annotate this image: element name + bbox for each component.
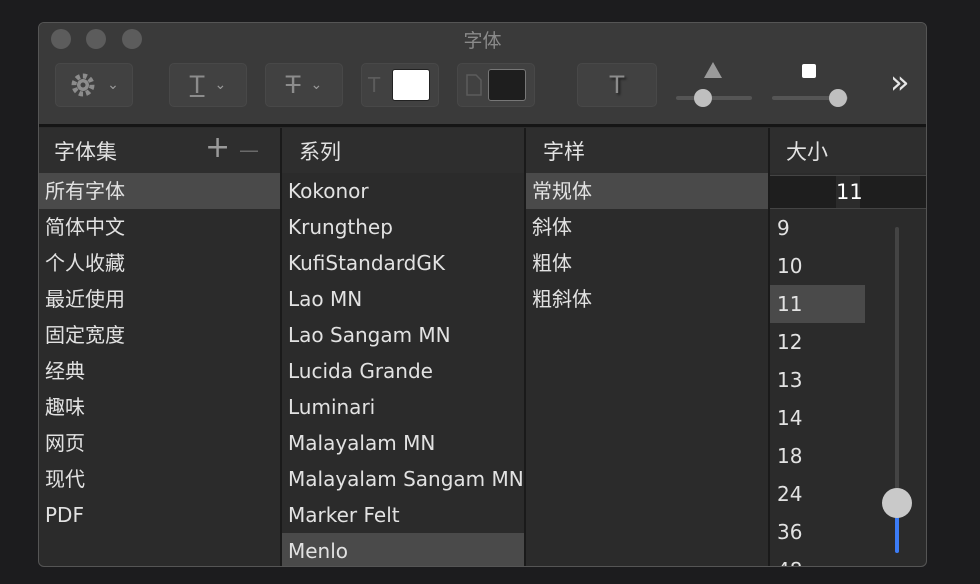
list-item[interactable]: 24 — [770, 475, 865, 513]
toolbar-overflow-button[interactable]: » — [890, 63, 910, 101]
text-color-icon: T — [368, 73, 392, 97]
document-icon — [464, 74, 484, 96]
list-item[interactable]: 现代 — [39, 461, 280, 497]
text-shadow-button[interactable]: T — [577, 63, 657, 107]
size-field[interactable]: 11 — [770, 175, 927, 209]
style-list: 常规体 斜体 粗体 粗斜体 — [526, 173, 768, 566]
underline-icon: T — [190, 71, 205, 99]
family-list: Kokonor Krungthep KufiStandardGK Lao MN … — [282, 173, 524, 566]
list-item[interactable]: 13 — [770, 361, 865, 399]
shadow-blur-knob[interactable] — [829, 89, 847, 107]
shadow-opacity-knob[interactable] — [694, 89, 712, 107]
list-item[interactable]: KufiStandardGK — [282, 245, 524, 281]
list-item[interactable]: 粗体 — [526, 245, 768, 281]
list-item[interactable]: 14 — [770, 399, 865, 437]
list-item[interactable]: Malayalam MN — [282, 425, 524, 461]
size-header: 大小 — [786, 136, 828, 166]
style-header: 字样 — [543, 136, 585, 166]
list-item[interactable]: PDF — [39, 497, 280, 533]
size-input[interactable]: 11 — [836, 176, 860, 208]
list-item[interactable]: 10 — [770, 247, 865, 285]
list-item[interactable]: 36 — [770, 513, 865, 551]
list-item[interactable]: 粗斜体 — [526, 281, 768, 317]
document-color-swatch — [488, 69, 526, 101]
list-item[interactable]: 常规体 — [526, 173, 768, 209]
action-menu-button[interactable]: ⌄ — [55, 63, 133, 107]
chevron-down-icon: ⌄ — [310, 77, 322, 93]
shadow-opacity-icon — [703, 61, 723, 79]
size-slider-fill — [895, 513, 899, 553]
collections-header: 字体集 — [54, 136, 117, 166]
text-color-button[interactable]: T — [361, 63, 439, 107]
text-color-swatch — [392, 69, 430, 101]
remove-collection-button[interactable]: — — [239, 138, 259, 162]
list-item[interactable]: 48 — [770, 551, 865, 566]
document-color-button[interactable] — [457, 63, 535, 107]
strikethrough-menu-button[interactable]: T ⌄ — [265, 63, 343, 107]
fonts-window: 字体 ⌄ T ⌄ T ⌄ T — [38, 22, 927, 567]
chevron-down-icon: ⌄ — [107, 77, 119, 93]
list-item[interactable]: Lucida Grande — [282, 353, 524, 389]
list-item[interactable]: Malayalam Sangam MN — [282, 461, 524, 497]
add-collection-button[interactable]: + — [205, 130, 230, 165]
list-item[interactable]: Luminari — [282, 389, 524, 425]
list-item[interactable]: Kokonor — [282, 173, 524, 209]
shadow-blur-icon — [799, 61, 819, 81]
text-shadow-icon: T — [610, 71, 625, 99]
list-item[interactable]: Lao Sangam MN — [282, 317, 524, 353]
family-header: 系列 — [299, 136, 341, 166]
list-item[interactable]: 个人收藏 — [39, 245, 280, 281]
collections-list: 所有字体 简体中文 个人收藏 最近使用 固定宽度 经典 趣味 网页 现代 PDF — [39, 173, 280, 566]
list-item[interactable]: 所有字体 — [39, 173, 280, 209]
list-item[interactable]: 趣味 — [39, 389, 280, 425]
list-item[interactable]: Menlo — [282, 533, 524, 566]
list-item[interactable]: 固定宽度 — [39, 317, 280, 353]
strikethrough-icon: T — [286, 71, 301, 99]
chevron-down-icon: ⌄ — [214, 77, 226, 93]
gear-icon — [69, 71, 97, 99]
list-item[interactable]: 18 — [770, 437, 865, 475]
list-item[interactable]: 最近使用 — [39, 281, 280, 317]
column-header-bar: 字体集 + — 系列 字样 大小 — [39, 128, 926, 173]
size-slider-knob[interactable] — [882, 488, 912, 518]
list-item[interactable]: Marker Felt — [282, 497, 524, 533]
list-item[interactable]: 11 — [770, 285, 865, 323]
underline-menu-button[interactable]: T ⌄ — [169, 63, 247, 107]
list-item[interactable]: 斜体 — [526, 209, 768, 245]
list-item[interactable]: Krungthep — [282, 209, 524, 245]
toolbar: 字体 ⌄ T ⌄ T ⌄ T — [39, 23, 926, 127]
list-item[interactable]: 12 — [770, 323, 865, 361]
list-item[interactable]: Lao MN — [282, 281, 524, 317]
list-item[interactable]: 9 — [770, 209, 865, 247]
window-title: 字体 — [39, 26, 926, 53]
list-item[interactable]: 简体中文 — [39, 209, 280, 245]
shadow-opacity-slider[interactable] — [676, 96, 752, 100]
list-item[interactable]: 网页 — [39, 425, 280, 461]
list-item[interactable]: 经典 — [39, 353, 280, 389]
